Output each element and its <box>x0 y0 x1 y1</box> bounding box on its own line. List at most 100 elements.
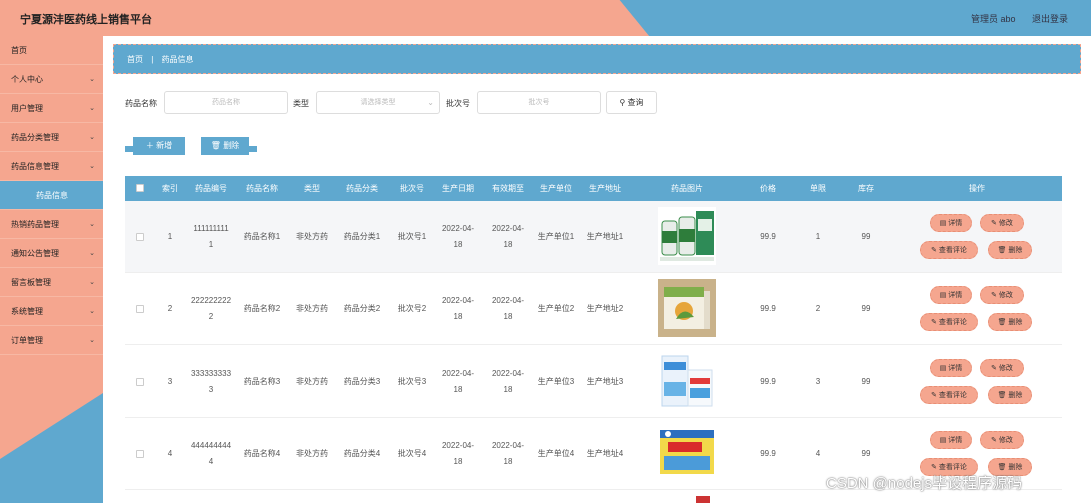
cell-price: 99.9 <box>760 449 776 458</box>
col-header-name: 药品名称 <box>246 184 278 193</box>
table-row: 3 333333333 3 药品名称3 非处方药 药品分类3 批次号3 生产单位3 生产地址3 9… <box>125 346 1062 418</box>
sidebar-item-2[interactable]: 用户管理 ⌄ <box>0 94 103 123</box>
sidebar-item-3[interactable]: 药品分类管理 ⌄ <box>0 123 103 152</box>
delete-button[interactable]: 🗑 删除 <box>988 386 1032 404</box>
drug-image <box>658 279 716 337</box>
col-header-limit: 单限 <box>810 184 826 193</box>
cell-code: 111111111 1 <box>185 221 237 253</box>
delete-label: 删除 <box>1008 392 1023 399</box>
sidebar-accent-shape <box>0 393 103 503</box>
sidebar-item-5[interactable]: 药品信息 <box>0 181 103 210</box>
type-select[interactable]: 请选择类型 ⌄ <box>316 91 440 114</box>
type-search-label: 类型 <box>293 99 309 108</box>
trash-icon: 🗑 <box>997 392 1007 399</box>
sidebar-item-9[interactable]: 系统管理 ⌄ <box>0 297 103 326</box>
cell-addr: 生产地址4 <box>586 449 624 458</box>
batch-search-input[interactable]: 批次号 <box>477 91 601 114</box>
edit-button[interactable]: ✎ 修改 <box>980 359 1024 377</box>
cell-code-line1: 333333333 <box>190 369 232 378</box>
col-header-prod-date: 生产日期 <box>442 184 474 193</box>
cell-index: 2 <box>167 304 173 313</box>
row-checkbox[interactable] <box>136 450 144 458</box>
row-checkbox[interactable] <box>136 305 144 313</box>
cell-unit: 生产单位3 <box>537 377 575 386</box>
detail-button[interactable]: ▤ 详情 <box>930 359 972 377</box>
detail-button[interactable]: ▤ 详情 <box>930 286 972 304</box>
detail-label: 详情 <box>948 220 963 227</box>
edit-label: 修改 <box>998 365 1013 372</box>
cell-batch: 批次号4 <box>397 449 427 458</box>
cell-prod-date: 2022-04- 18 <box>433 438 483 470</box>
cell-price: 99.9 <box>760 304 776 313</box>
search-button[interactable]: ⚲ 查询 <box>606 91 657 114</box>
cell-expiry-line2: 18 <box>503 457 513 466</box>
current-user[interactable]: 管理员 abo <box>971 12 1016 25</box>
cell-stock: 99 <box>861 377 871 386</box>
breadcrumb-home[interactable]: 首页 <box>127 55 143 64</box>
plus-icon: ＋ <box>145 141 154 150</box>
sidebar-item-0[interactable]: 首页 <box>0 36 103 65</box>
chevron-down-icon: ⌄ <box>89 308 95 315</box>
sidebar-item-label: 通知公告管理 <box>11 249 59 258</box>
app-title: 宁夏源沣医药线上销售平台 <box>20 14 152 26</box>
name-search-input[interactable]: 药品名称 <box>164 91 288 114</box>
cell-category: 药品分类3 <box>343 377 381 386</box>
batch-delete-button[interactable]: 🗑 删除 <box>201 137 257 155</box>
view-comments-button[interactable]: ✎ 查看评论 <box>920 386 978 404</box>
detail-button[interactable]: ▤ 详情 <box>930 431 972 449</box>
table-row: 2 222222222 2 药品名称2 非处方药 药品分类2 批次号2 生产单位2 生产地址2 9… <box>125 273 1062 345</box>
cell-prod-date-line2: 18 <box>453 240 463 249</box>
delete-button[interactable]: 🗑 删除 <box>988 241 1032 259</box>
cell-type: 非处方药 <box>296 377 328 386</box>
cell-name: 药品名称3 <box>243 377 281 386</box>
view-comments-button[interactable]: ✎ 查看评论 <box>920 313 978 331</box>
add-button[interactable]: ＋ 新增 <box>125 137 185 155</box>
select-all-checkbox[interactable] <box>136 184 144 192</box>
cell-expiry-line2: 18 <box>503 240 513 249</box>
row-checkbox[interactable] <box>136 378 144 386</box>
sidebar-item-8[interactable]: 留言板管理 ⌄ <box>0 268 103 297</box>
cell-stock: 99 <box>861 232 871 241</box>
cell-expiry-line2: 18 <box>503 385 513 394</box>
cell-type: 非处方药 <box>296 232 328 241</box>
col-header-batch: 批次号 <box>400 184 424 193</box>
drug-image <box>658 352 716 410</box>
sidebar-item-10[interactable]: 订单管理 ⌄ <box>0 326 103 355</box>
delete-button[interactable]: 🗑 删除 <box>988 313 1032 331</box>
cell-expiry-line1: 2022-04- <box>491 224 525 233</box>
chevron-down-icon: ⌄ <box>427 98 434 107</box>
sidebar-item-1[interactable]: 个人中心 ⌄ <box>0 65 103 94</box>
row-checkbox[interactable] <box>136 233 144 241</box>
cell-unit: 生产单位4 <box>537 449 575 458</box>
delete-label: 删除 <box>1008 247 1023 254</box>
edit-button[interactable]: ✎ 修改 <box>980 431 1024 449</box>
edit-button[interactable]: ✎ 修改 <box>980 214 1024 232</box>
sidebar-item-label: 药品分类管理 <box>11 133 59 142</box>
drug-image <box>658 424 716 482</box>
sidebar-item-4[interactable]: 药品信息管理 ⌄ <box>0 152 103 181</box>
sidebar-item-label: 留言板管理 <box>11 278 51 287</box>
sidebar-item-label: 药品信息管理 <box>11 162 59 171</box>
cell-name: 药品名称4 <box>243 449 281 458</box>
cell-category: 药品分类2 <box>343 304 381 313</box>
view-comments-button[interactable]: ✎ 查看评论 <box>920 241 978 259</box>
drug-image <box>658 207 716 265</box>
cell-expiry: 2022-04- 18 <box>483 366 533 398</box>
detail-button[interactable]: ▤ 详情 <box>930 214 972 232</box>
logout-link[interactable]: 退出登录 <box>1032 12 1068 25</box>
col-header-unit: 生产单位 <box>540 184 572 193</box>
search-button-label: 查询 <box>627 98 644 107</box>
cell-prod-date-line1: 2022-04- <box>441 441 475 450</box>
edit-button[interactable]: ✎ 修改 <box>980 286 1024 304</box>
cell-stock: 99 <box>861 449 871 458</box>
cell-prod-date-line1: 2022-04- <box>441 369 475 378</box>
col-header-code: 药品编号 <box>195 184 227 193</box>
sidebar-item-6[interactable]: 热销药品管理 ⌄ <box>0 210 103 239</box>
sidebar-item-7[interactable]: 通知公告管理 ⌄ <box>0 239 103 268</box>
col-header-expiry: 有效期至 <box>492 184 524 193</box>
view-comments-label: 查看评论 <box>938 247 967 254</box>
edit-icon: ✎ <box>931 464 937 471</box>
trash-icon: 🗑 <box>997 464 1007 471</box>
table-row: 1 111111111 1 药品名称1 非处方药 药品分类1 批次号1 生产单位1 生产地址1 9… <box>125 201 1062 273</box>
trash-icon: 🗑 <box>210 141 221 150</box>
